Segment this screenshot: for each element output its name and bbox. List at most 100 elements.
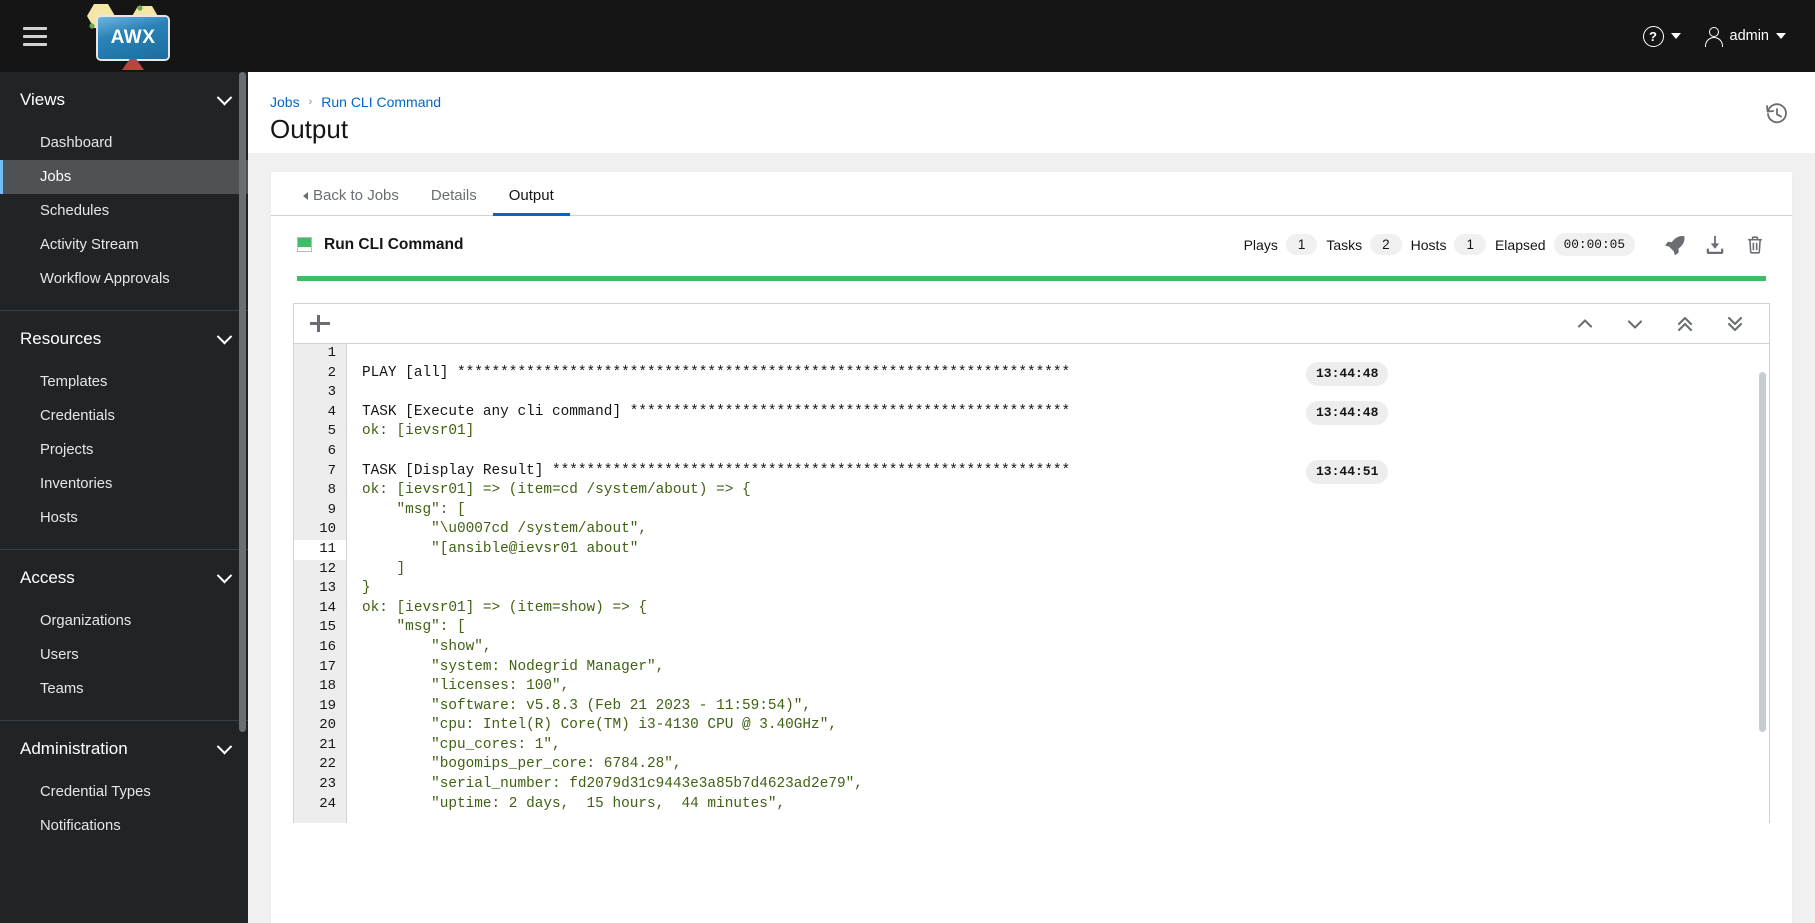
console-line-text: TASK [Display Result] ******************…	[362, 462, 1071, 479]
sidebar-group-label: Resources	[20, 329, 102, 348]
stat-tasks: Tasks 2	[1326, 234, 1402, 255]
breadcrumb-item-job[interactable]: Run CLI Command	[321, 94, 441, 110]
console-line-text: }	[362, 580, 371, 597]
sidebar-item-projects[interactable]: Projects	[0, 433, 248, 467]
console-line: 6	[294, 441, 1769, 462]
awx-brand-text: AWX	[110, 27, 156, 48]
console-output-body[interactable]: 1 2 PLAY [all] ***************************…	[294, 344, 1769, 823]
history-icon[interactable]	[1765, 102, 1789, 126]
help-menu-button[interactable]: ?	[1634, 19, 1690, 54]
job-progress-bar	[297, 276, 1766, 281]
rocket-relaunch-icon[interactable]	[1664, 234, 1686, 256]
sidebar-item-label: Teams	[40, 681, 84, 697]
sidebar-item-inventories[interactable]: Inventories	[0, 467, 248, 501]
console-line-text: PLAY [all] *****************************…	[362, 364, 1071, 381]
caret-left-icon	[303, 191, 308, 200]
stat-tasks-value: 2	[1370, 234, 1402, 255]
sidebar-item-templates[interactable]: Templates	[0, 365, 248, 399]
chevron-down-icon	[216, 567, 233, 583]
sidebar-item-label: Organizations	[40, 613, 132, 629]
console-line-text: "\u0007cd /system/about",	[362, 521, 647, 538]
console-line: 9 "msg": [	[294, 500, 1769, 521]
chevron-up-icon[interactable]	[1575, 314, 1595, 334]
sidebar-item-teams[interactable]: Teams	[0, 672, 248, 706]
double-chevron-down-icon[interactable]	[1725, 314, 1745, 334]
sidebar-group-views: Views Dashboard Jobs Schedules Activity Stre…	[0, 72, 248, 296]
job-statistics: Plays 1 Tasks 2 Hosts 1 Elapsed 00:00:05	[1244, 233, 1766, 256]
sidebar-item-label: Workflow Approvals	[40, 271, 170, 287]
output-console: 1 2 PLAY [all] ***************************…	[293, 303, 1770, 823]
console-line-number: 4	[294, 402, 347, 423]
tab-label: Details	[430, 187, 477, 204]
plus-expand-icon[interactable]	[308, 312, 332, 336]
sidebar-item-credential-types[interactable]: Credential Types	[0, 775, 248, 809]
console-line-text: "system: Nodegrid Manager",	[362, 658, 665, 675]
console-scrollbar[interactable]	[1759, 372, 1766, 732]
console-line-number: 13	[294, 579, 347, 599]
console-line-number: 24	[294, 794, 347, 815]
console-line-number: 16	[294, 637, 347, 658]
breadcrumb-separator-icon: ›	[308, 96, 313, 108]
chevron-down-icon	[1776, 33, 1786, 39]
sidebar-item-label: Projects	[40, 442, 94, 458]
chevron-down-icon[interactable]	[1625, 314, 1645, 334]
sidebar-item-dashboard[interactable]: Dashboard	[0, 126, 248, 160]
sidebar-item-activity-stream[interactable]: Activity Stream	[0, 228, 248, 262]
double-chevron-up-icon[interactable]	[1675, 314, 1695, 334]
tab-back-to-jobs[interactable]: Back to Jobs	[287, 177, 415, 215]
user-menu-button[interactable]: admin	[1694, 19, 1796, 53]
masthead: AWX ? admin	[0, 0, 1815, 72]
console-line: 19 "software: v5.8.3 (Feb 21 2023 - 11:5…	[294, 696, 1769, 717]
sidebar-group-header-resources[interactable]: Resources	[0, 311, 248, 365]
breadcrumb-item-jobs[interactable]: Jobs	[270, 94, 300, 110]
console-line-number: 8	[294, 481, 347, 501]
sidebar-group-header-views[interactable]: Views	[0, 72, 248, 126]
stat-tasks-label: Tasks	[1326, 236, 1363, 253]
masthead-actions: ? admin	[1634, 19, 1796, 54]
sidebar-item-hosts[interactable]: Hosts	[0, 501, 248, 535]
sidebar-item-label: Credential Types	[40, 784, 151, 800]
sidebar-group-header-access[interactable]: Access	[0, 550, 248, 604]
console-line-text: "cpu_cores: 1",	[362, 736, 561, 753]
main-content: Jobs › Run CLI Command Output Back to Jo…	[248, 72, 1815, 923]
sidebar-group-administration: Administration Credential Types Notificati…	[0, 721, 248, 843]
console-line-text: "bogomips_per_core: 6784.28",	[362, 756, 682, 773]
download-icon[interactable]	[1704, 234, 1726, 256]
console-line: 4 TASK [Execute any cli command] ********…	[294, 401, 1769, 425]
console-line: 10 "\u0007cd /system/about",	[294, 520, 1769, 540]
sidebar-scrollbar[interactable]	[239, 72, 246, 732]
console-line-number: 10	[294, 520, 347, 540]
stat-plays-value: 1	[1285, 234, 1318, 255]
sidebar-item-organizations[interactable]: Organizations	[0, 604, 248, 638]
console-line-text: "licenses: 100",	[362, 678, 570, 695]
sidebar-item-schedules[interactable]: Schedules	[0, 194, 248, 228]
console-line-text: ok: [ievsr01] => (item=cd /system/about)…	[362, 482, 751, 499]
awx-logo[interactable]: AWX	[76, 2, 184, 70]
stat-elapsed-value: 00:00:05	[1553, 233, 1635, 256]
sidebar-group-label: Administration	[20, 739, 128, 758]
console-line: 21 "cpu_cores: 1",	[294, 735, 1769, 756]
hamburger-bar	[23, 26, 47, 30]
sidebar-item-label: Credentials	[40, 408, 115, 424]
hamburger-menu-icon[interactable]	[12, 13, 58, 59]
console-line-number: 15	[294, 618, 347, 638]
sidebar-item-credentials[interactable]: Credentials	[0, 399, 248, 433]
sidebar-item-users[interactable]: Users	[0, 638, 248, 672]
sidebar-group-header-administration[interactable]: Administration	[0, 721, 248, 775]
sidebar-item-notifications[interactable]: Notifications	[0, 809, 248, 843]
sidebar-item-label: Jobs	[40, 169, 72, 185]
tab-details[interactable]: Details	[415, 177, 493, 215]
job-summary-bar: Run CLI Command Plays 1 Tasks 2 Hosts 1 …	[271, 216, 1792, 270]
tab-output[interactable]: Output	[492, 177, 570, 216]
sidebar-item-workflow-approvals[interactable]: Workflow Approvals	[0, 262, 248, 296]
chevron-down-icon	[216, 738, 233, 754]
console-line-timestamp: 13:44:48	[1306, 401, 1389, 425]
console-line-number: 17	[294, 657, 347, 678]
sidebar-item-jobs[interactable]: Jobs	[0, 160, 248, 194]
console-line: 12 ]	[294, 559, 1769, 580]
trash-icon[interactable]	[1744, 234, 1766, 256]
sidebar-item-label: Schedules	[40, 203, 110, 219]
console-line: 5 ok: [ievsr01]	[294, 422, 1769, 442]
console-line-text: "uptime: 2 days, 15 hours, 44 minutes",	[362, 795, 786, 812]
console-line-text	[347, 344, 362, 364]
